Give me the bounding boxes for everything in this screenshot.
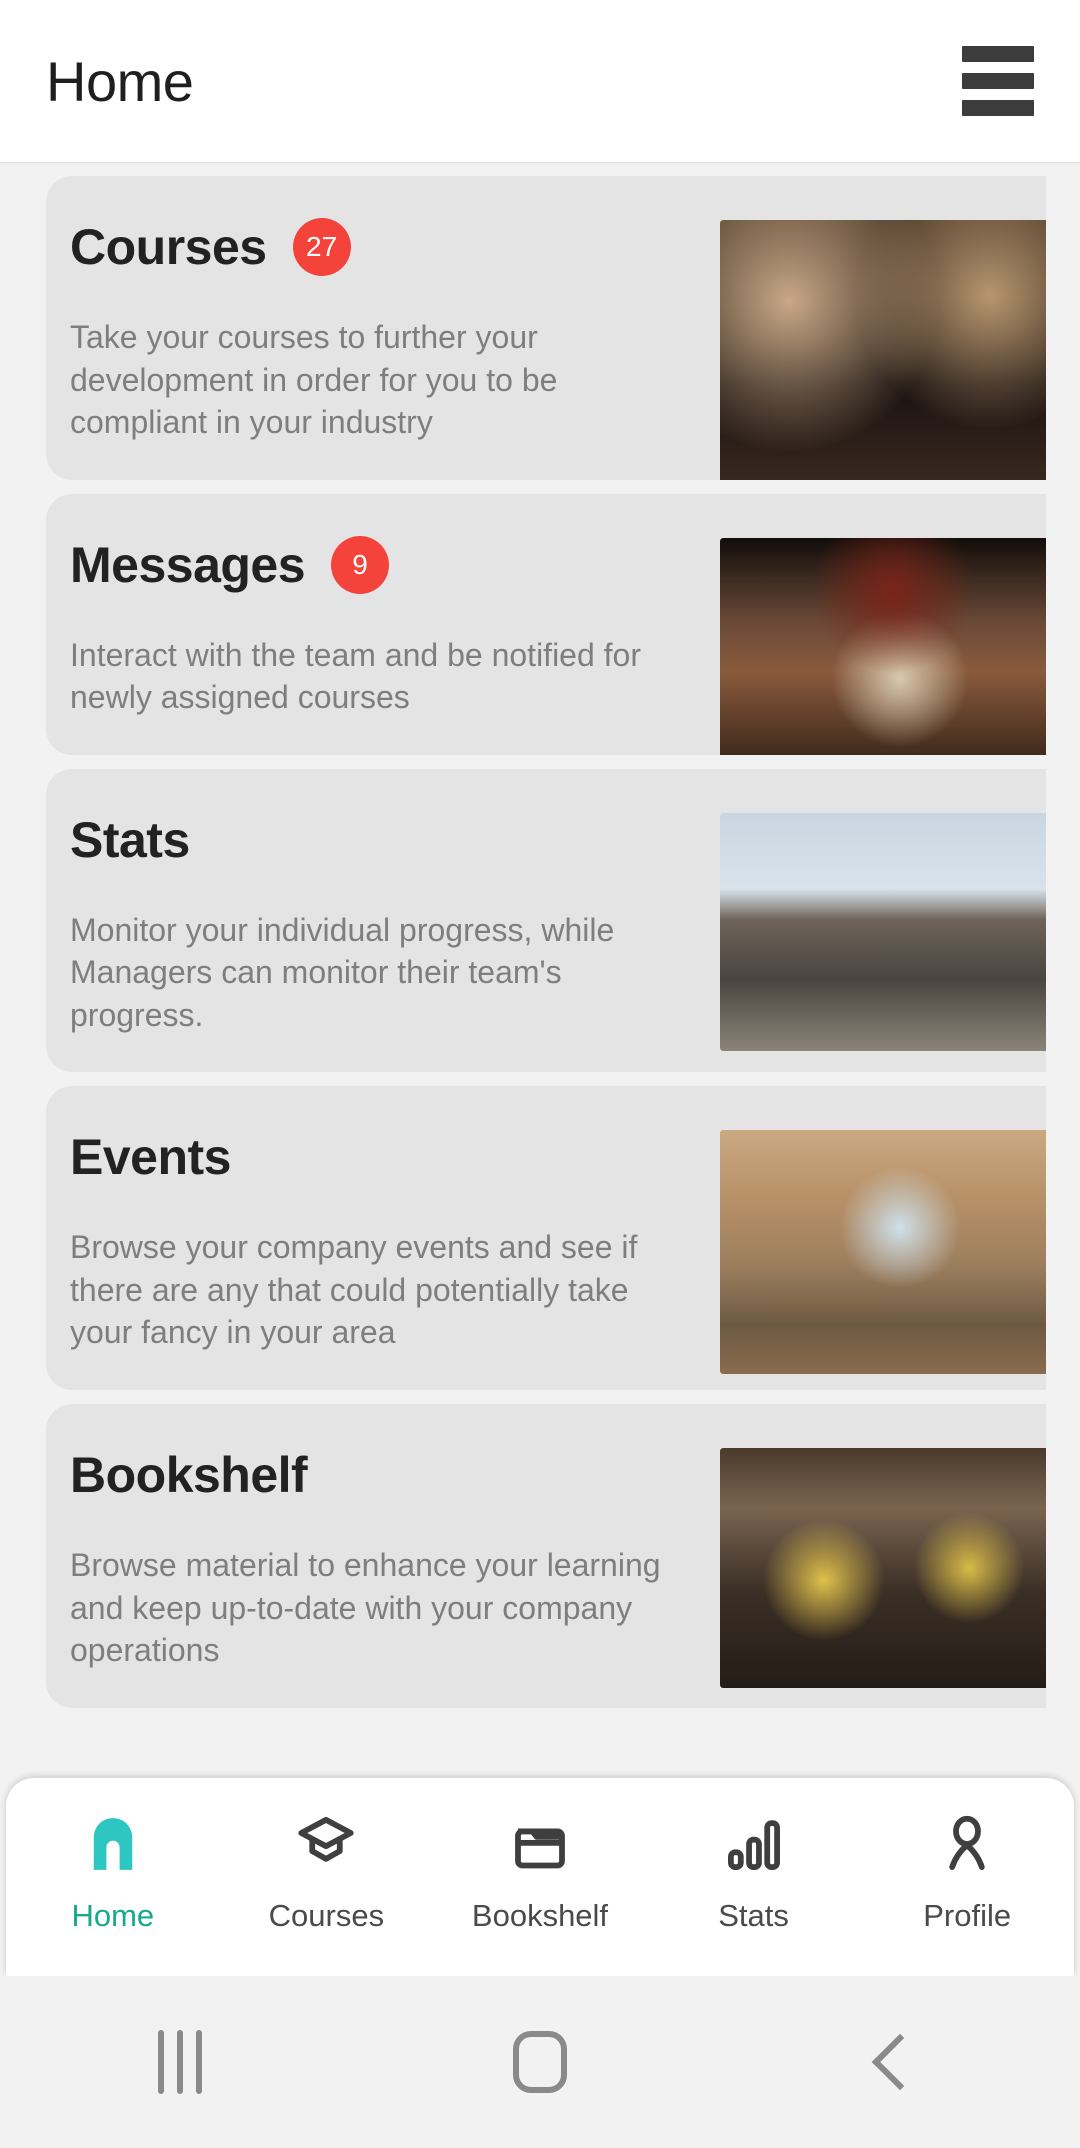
card-description: Browse your company events and see if th… [70,1229,638,1351]
system-home-button[interactable] [420,1976,660,2148]
card-title: Messages [70,536,306,593]
home-arch-icon [80,1806,146,1882]
page-title: Home [46,49,194,113]
hamburger-bar [962,46,1034,62]
card-header: Stats [70,811,706,869]
card-header: Bookshelf [70,1446,706,1504]
nav-label: Bookshelf [471,1898,609,1933]
card-text-block: Events Browse your company events and se… [46,1128,706,1354]
status-badge: 9 [331,535,390,594]
recents-bar [158,2030,164,2094]
nav-item-bookshelf[interactable]: Bookshelf [450,1806,630,1934]
graduation-cap-icon [293,1806,359,1882]
card-title: Bookshelf [70,1447,308,1504]
card-description: Monitor your individual progress, while … [70,911,615,1033]
recents-bar [196,2030,202,2094]
bottom-navigation-bar: Home Courses Bookshelf Stats Profile [6,1778,1074,1976]
card-title: Stats [70,811,190,868]
nav-item-home[interactable]: Home [23,1806,203,1934]
card-bookshelf[interactable]: Bookshelf Browse material to enhance you… [46,1404,1046,1708]
nav-label: Profile [923,1898,1012,1933]
person-icon [934,1806,1000,1882]
card-text-block: Courses 27 Take your courses to further … [46,218,706,444]
nav-label: Stats [718,1898,789,1933]
card-header: Events [70,1128,706,1186]
card-header: Courses 27 [70,218,706,276]
card-photo-messages [720,537,1046,755]
card-messages[interactable]: Messages 9 Interact with the team and be… [46,493,1046,755]
nav-item-stats[interactable]: Stats [664,1806,844,1934]
hamburger-bar [962,73,1034,89]
nav-item-profile[interactable]: Profile [877,1806,1057,1934]
nav-item-courses[interactable]: Courses [236,1806,416,1934]
home-square-icon [513,2031,567,2093]
phone-screen: Home Courses 27 Take your courses to fur… [0,0,1080,2148]
recents-button[interactable] [60,1976,300,2148]
photo-people-toasting [720,220,1046,480]
back-chevron-icon [871,2033,929,2091]
photo-arched-window-dining [720,1130,1046,1375]
photo-bar-shelves [720,1448,1046,1689]
system-navigation-bar [0,1976,1080,2148]
card-text-block: Stats Monitor your individual progress, … [46,811,706,1037]
card-title: Events [70,1129,231,1186]
card-photo-events [720,1130,1046,1375]
recents-icon [158,2030,202,2094]
recents-bar [177,2030,183,2094]
nav-label: Courses [268,1898,385,1933]
photo-chef-preparing-food [720,537,1046,755]
card-events[interactable]: Events Browse your company events and se… [46,1086,1046,1391]
card-photo-bookshelf [720,1448,1046,1689]
app-header: Home [0,0,1080,162]
card-description: Take your courses to further your develo… [70,319,558,441]
card-stats[interactable]: Stats Monitor your individual progress, … [46,768,1046,1073]
card-header: Messages 9 [70,535,706,594]
hamburger-bar [962,100,1034,116]
photo-modern-building [720,812,1046,1051]
card-text-block: Bookshelf Browse material to enhance you… [46,1446,706,1672]
card-photo-courses [720,220,1046,480]
folder-icon [507,1806,573,1882]
card-text-block: Messages 9 Interact with the team and be… [46,535,706,719]
status-badge: 27 [292,218,351,276]
card-title: Courses [70,219,267,275]
nav-label: Home [71,1898,155,1933]
card-courses[interactable]: Courses 27 Take your courses to further … [46,176,1046,480]
card-photo-stats [720,812,1046,1051]
bar-chart-icon [721,1806,787,1882]
hamburger-menu-icon[interactable] [962,46,1034,116]
card-description: Browse material to enhance your learning… [70,1547,661,1669]
back-button[interactable] [780,1976,1020,2148]
card-description: Interact with the team and be notified f… [70,636,641,716]
